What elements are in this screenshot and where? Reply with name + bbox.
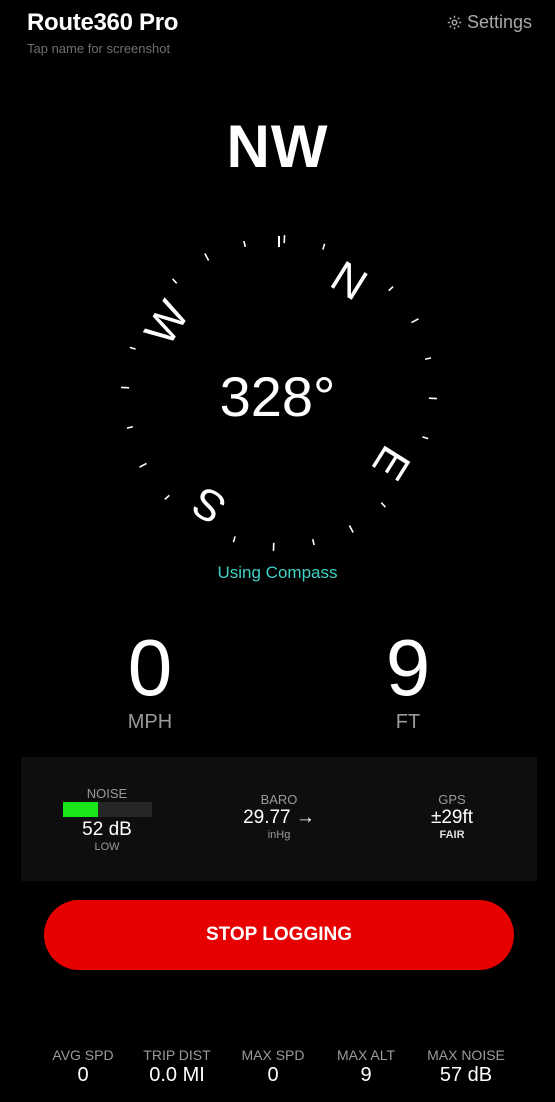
noise-level-bar [62, 802, 152, 817]
speed-value: 0 [127, 623, 173, 712]
altitude-value: 9 [385, 623, 431, 712]
app-title[interactable]: Route360 Pro [27, 9, 178, 37]
compass-tick [164, 494, 170, 500]
trip-value: 9 [360, 1064, 372, 1086]
compass-tick [380, 502, 386, 508]
speed-unit: MPH [127, 711, 173, 733]
settings-label: Settings [466, 12, 532, 32]
compass-tick [411, 318, 419, 324]
baro-label: BARO [260, 792, 298, 807]
compass-tick [348, 525, 354, 533]
baro-value: 29.77 → [243, 807, 315, 828]
screenshot-hint: Tap name for screenshot [27, 41, 171, 56]
trip-label: MAX ALT [336, 1047, 396, 1063]
trip-max-noise: MAX NOISE 57 dB [411, 1047, 521, 1087]
noise-stat: NOISE 52 dB LOW [57, 786, 157, 910]
compass-tick [388, 286, 394, 292]
trip-label: MAX NOISE [427, 1047, 505, 1063]
gps-sub: FAIR [439, 829, 465, 841]
compass-tick [311, 538, 315, 546]
compass-tick [204, 253, 210, 261]
compass-tick [422, 436, 429, 440]
gear-icon [447, 15, 462, 30]
compass-cardinal-n: N [322, 252, 375, 310]
gps-stat: GPS ±29ft FAIR [402, 792, 502, 916]
compass-source: Using Compass [217, 563, 338, 582]
compass-cardinal-w: W [135, 292, 199, 354]
compass-tick [139, 462, 147, 468]
noise-label: NOISE [86, 786, 128, 801]
compass-tick [322, 243, 326, 250]
sensor-stats-panel: NOISE 52 dB LOW BARO 29.77 → inHg GPS ±2… [21, 757, 537, 881]
settings-button[interactable]: Settings [446, 12, 532, 33]
trip-max-altitude: MAX ALT 9 [311, 1047, 421, 1087]
gps-label: GPS [438, 792, 466, 807]
compass-tick [172, 278, 178, 284]
altitude-unit: FT [395, 711, 421, 733]
noise-sub: LOW [94, 841, 120, 853]
noise-value: 52 dB [82, 819, 132, 840]
trip-value: 57 dB [439, 1064, 493, 1086]
gps-value: ±29ft [430, 807, 474, 828]
baro-sub: inHg [267, 829, 291, 841]
compass-tick [232, 536, 236, 543]
compass-cardinal-e: E [362, 438, 419, 489]
compass-tick [243, 240, 247, 248]
compass-cardinal-s: S [184, 476, 235, 533]
trip-label: TRIP DIST [143, 1047, 211, 1063]
stop-logging-button[interactable]: STOP LOGGING [44, 900, 514, 970]
heading-degrees: 328° [219, 365, 336, 428]
trip-distance: TRIP DIST 0.0 MI [122, 1047, 232, 1087]
compass-tick [129, 346, 136, 350]
compass-tick [424, 357, 432, 361]
baro-stat: BARO 29.77 → inHg [219, 792, 339, 916]
noise-level-fill [62, 802, 99, 817]
trip-value: 0.0 MI [149, 1064, 205, 1086]
heading-direction: NW [226, 113, 329, 180]
